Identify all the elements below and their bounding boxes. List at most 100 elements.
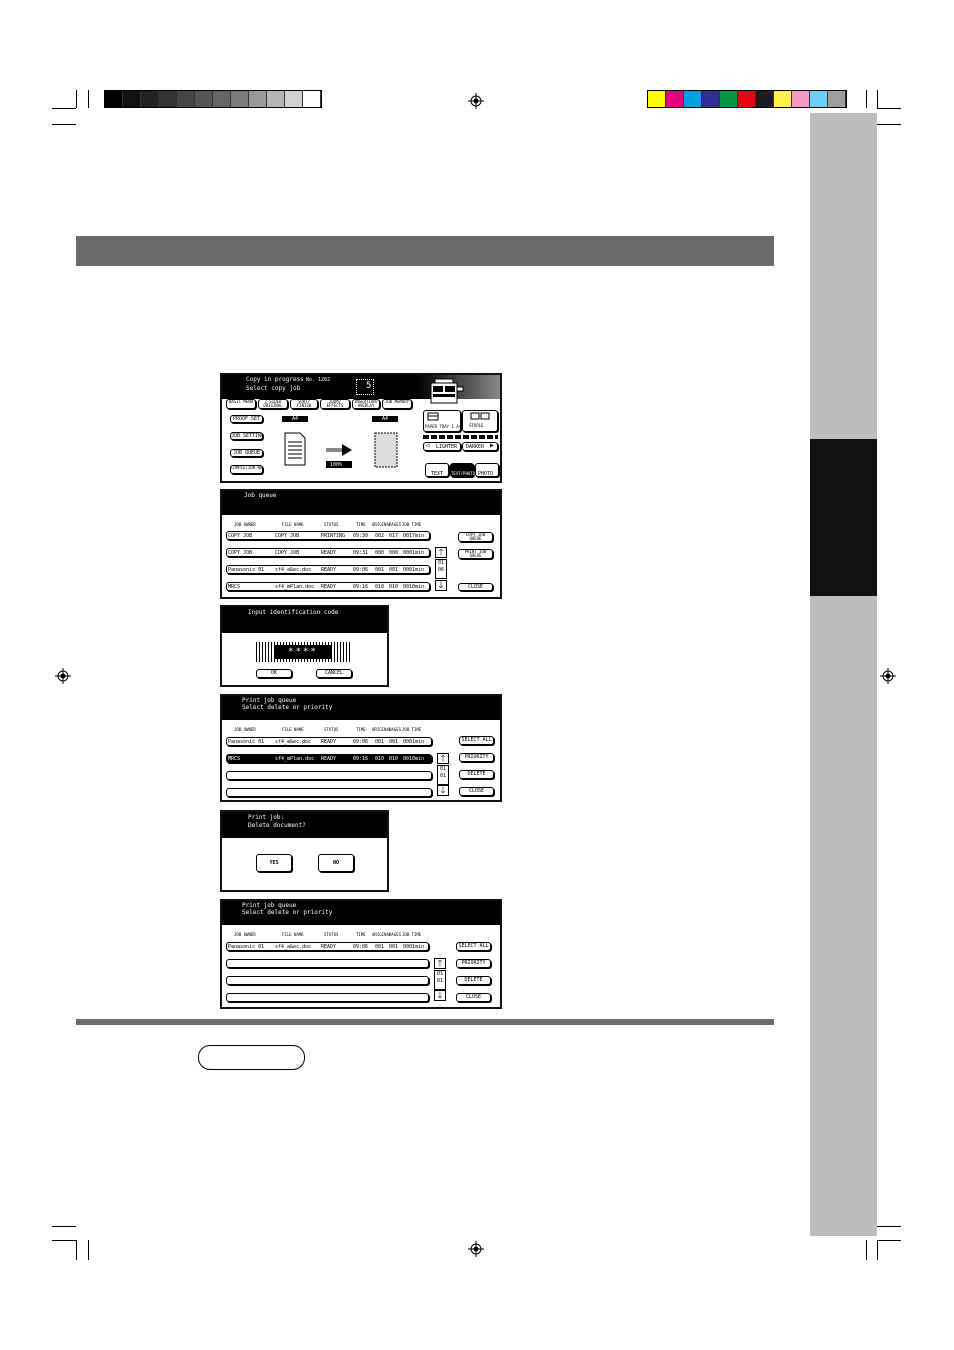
staple-icon: [470, 412, 490, 420]
tab-6[interactable]: JOB MEMORY: [382, 399, 412, 409]
status-line-2: Select copy job: [246, 385, 301, 392]
text-photo-mode-label: TEXT/PHOTO: [451, 471, 476, 476]
table-cell-jobtime: 0001min: [403, 567, 425, 573]
copy-basic-screen: Copy in progress No. 1202 Select copy jo…: [220, 373, 502, 483]
section-header-bar: [76, 236, 774, 266]
select-all-button[interactable]: SELECT ALL: [459, 736, 494, 745]
table-row[interactable]: COPY JOB COPY JOB PRINTING 09:30 002 017 0017m…: [226, 531, 430, 540]
gray-swatch: [195, 91, 213, 107]
table-row[interactable]: [226, 771, 432, 780]
registration-mark-bottom: [468, 1241, 484, 1257]
proof-set-button[interactable]: PROOF SET: [230, 415, 263, 423]
photo-mode-label: PHOTO: [478, 471, 494, 477]
original-size: A4: [292, 416, 299, 422]
close-button[interactable]: CLOSE: [459, 787, 494, 796]
page-total: 01: [439, 773, 447, 779]
table-row[interactable]: [226, 788, 432, 797]
screen-subtitle: Select delete or priority: [242, 909, 333, 916]
tab-1[interactable]: BASIC MENU: [226, 399, 256, 409]
tab-5[interactable]: INSERTION/ OVERLAY: [352, 399, 380, 409]
table-cell-status: READY: [321, 756, 337, 762]
page-indicator: 01 01: [437, 765, 449, 785]
screen-subtitle: Select delete or priority: [242, 704, 333, 711]
table-row[interactable]: [226, 959, 429, 968]
no-button[interactable]: NO: [318, 854, 354, 872]
color-swatch: [666, 91, 684, 107]
table-cell-file: sf4_mPlan.doc: [275, 756, 315, 762]
code-input[interactable]: ****: [274, 645, 332, 659]
cancel-button[interactable]: CANCEL: [316, 669, 352, 678]
tab-4[interactable]: ZOOM/ EFFECTS: [320, 399, 350, 409]
column-header: TIME: [356, 522, 366, 527]
priority-button[interactable]: PRIORITY: [459, 753, 494, 762]
table-cell-file: sf4_a&ec.doc: [275, 739, 312, 745]
copy-job-queue-button[interactable]: COPY JOB QUEUE: [458, 532, 493, 542]
scroll-up-button[interactable]: 🡑: [435, 547, 447, 558]
scroll-down-button[interactable]: 🡓: [437, 785, 449, 796]
staple-label: STAPLE: [469, 423, 484, 428]
table-cell-file: sf4_a&ec.doc: [275, 944, 312, 950]
gray-swatch: [285, 91, 303, 107]
table-cell-owner: Panasonic 01: [228, 739, 265, 745]
color-swatch: [756, 91, 774, 107]
print-job-queue-button[interactable]: PRINT JOB QUEUE: [458, 549, 493, 559]
page-current: 01: [436, 971, 444, 977]
job-queue-button[interactable]: JOB QUEUE: [230, 449, 263, 457]
table-cell-time: 09:06: [353, 739, 369, 745]
scroll-down-button[interactable]: 🡓: [434, 990, 446, 1001]
close-button[interactable]: CLOSE: [456, 993, 491, 1002]
color-swatch: [720, 91, 738, 107]
table-cell-pages: 010: [389, 756, 399, 762]
column-header: PAGES: [389, 932, 402, 937]
table-row[interactable]: [226, 976, 429, 985]
close-button[interactable]: CLOSE: [458, 583, 493, 591]
table-cell-time: 09:06: [353, 944, 369, 950]
scroll-up-button[interactable]: 🡑: [434, 958, 446, 969]
side-tab: [810, 113, 877, 1236]
table-cell-jobtime: 0001min: [403, 739, 425, 745]
select-all-button[interactable]: SELECT ALL: [456, 942, 491, 951]
tab-2[interactable]: 2-SIDED ORIGINAL: [258, 399, 288, 409]
table-cell-owner: MRCS: [228, 584, 241, 590]
section-rule: [76, 1019, 774, 1025]
yes-button[interactable]: YES: [256, 854, 292, 872]
registration-mark-right: [880, 668, 896, 684]
lighter-label: LIGHTER: [436, 444, 458, 450]
table-row[interactable]: MRCS sf4_mPlan.doc READY 09:16 010 010 0010min: [226, 754, 432, 763]
darker-label: DARKER: [466, 444, 485, 450]
table-cell-jobtime: 0001min: [403, 944, 425, 950]
gray-swatch: [141, 91, 159, 107]
table-cell-file: sf4_mPlan.doc: [275, 584, 315, 590]
tab-3[interactable]: SORT/ FINISH: [290, 399, 318, 409]
table-cell-status: PRINTING: [321, 533, 346, 539]
ok-button[interactable]: OK: [256, 669, 292, 678]
table-row[interactable]: Panasonic 01 sf4_a&ec.doc READY 09:06 001 001…: [226, 565, 430, 574]
gray-swatch: [105, 91, 123, 107]
table-cell-time: 09:30: [353, 533, 369, 539]
table-row[interactable]: [226, 993, 429, 1002]
color-swatch: [774, 91, 792, 107]
delete-button[interactable]: DELETE: [459, 770, 494, 779]
priority-button[interactable]: PRIORITY: [456, 959, 491, 968]
table-row[interactable]: Panasonic 01 sf4_a&ec.doc READY 09:06 001 001…: [226, 942, 429, 951]
job-settings-button[interactable]: JOB SETTINGS: [230, 432, 263, 440]
table-row[interactable]: MRCS sf4_mPlan.doc READY 09:16 010 010 0010min: [226, 582, 430, 591]
table-row[interactable]: Panasonic 01 sf4_a&ec.doc READY 09:06 001 001…: [226, 737, 432, 746]
screen-title: Job queue: [244, 492, 277, 499]
scroll-down-button[interactable]: 🡓: [435, 580, 447, 591]
table-cell-owner: COPY JOB: [228, 533, 253, 539]
color-swatch: [684, 91, 702, 107]
color-swatch: [810, 91, 828, 107]
gray-swatch: [159, 91, 177, 107]
scroll-up-button[interactable]: 🡑: [437, 753, 449, 764]
gray-swatch: [303, 91, 321, 107]
table-cell-orig: 010: [375, 584, 385, 590]
completion-notice-button[interactable]: COMPLETION NOTICE: [230, 465, 263, 474]
table-row[interactable]: COPY JOB COPY JOB READY 09:31 080 000 0001min: [226, 548, 430, 557]
paper-tray-icon: [427, 412, 439, 421]
page-current: 01: [439, 766, 447, 772]
delete-button[interactable]: DELETE: [456, 976, 491, 985]
table-cell-time: 09:16: [353, 584, 369, 590]
dialog-message: Delete document?: [248, 822, 306, 829]
column-header: FILE NAME: [282, 932, 304, 937]
